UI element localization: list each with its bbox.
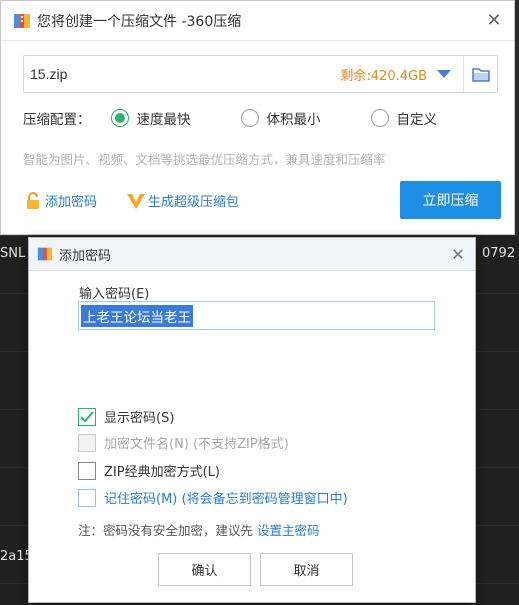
ok-button[interactable]: 确认: [158, 553, 251, 586]
output-path-box: 剩余:420.4GB: [23, 55, 498, 93]
config-label: 压缩配置：: [23, 112, 91, 128]
set-master-password-link[interactable]: 设置主密码: [257, 523, 320, 538]
radio-fastest[interactable]: 速度最快: [110, 108, 191, 128]
show-password-checkbox[interactable]: 显示密码(S): [78, 407, 174, 426]
encrypt-filenames-checkbox: 加密文件名(N) (不支持ZIP格式): [78, 433, 289, 452]
checkbox-box: [78, 488, 96, 507]
lock-icon: [27, 191, 39, 209]
compress-window: 您将创建一个压缩文件 -360压缩 ✕ 剩余:420.4GB 压缩配置： 速度最…: [0, 0, 515, 235]
compress-config-row: 压缩配置： 速度最快 体积最小 自定义: [23, 108, 437, 128]
background-text: SNL: [0, 246, 26, 261]
background-text: 0792: [482, 246, 516, 261]
folder-icon: [471, 67, 490, 82]
window-title-bar: 您将创建一个压缩文件 -360压缩 ✕: [1, 1, 514, 41]
radio-label: 自定义: [396, 112, 438, 128]
checkbox-label: 加密文件名(N) (不支持ZIP格式): [104, 437, 289, 452]
note-text: 注：密码没有安全加密，建议先: [78, 523, 257, 538]
free-space-label: 剩余:420.4GB: [340, 68, 427, 84]
dialog-title-bar: 添加密码 ✕: [29, 238, 475, 271]
add-password-label: 添加密码: [45, 195, 98, 210]
create-sfx-label: 生成超级压缩包: [148, 195, 240, 210]
archive-app-icon: [13, 12, 31, 30]
window-title: 您将创建一个压缩文件 -360压缩: [37, 13, 242, 30]
create-sfx-link[interactable]: 生成超级压缩包: [126, 191, 239, 210]
remember-password-checkbox[interactable]: 记住密码(M) (将会备忘到密码管理窗口中): [78, 488, 348, 507]
radio-custom[interactable]: 自定义: [370, 108, 438, 128]
radio-selected-icon: [110, 109, 129, 127]
add-password-link[interactable]: 添加密码: [25, 191, 97, 210]
browse-folder-button[interactable]: [463, 56, 497, 92]
password-input-label: 输入密码(E): [79, 287, 150, 302]
close-icon[interactable]: ✕: [441, 238, 475, 271]
radio-label: 体积最小: [266, 112, 321, 128]
compress-hint: 智能为图片、视频、文档等挑选最优压缩方式，兼具速度和压缩率: [23, 152, 386, 167]
v-badge-icon: [127, 193, 145, 209]
radio-unselected-icon: [240, 109, 259, 127]
security-note: 注：密码没有安全加密，建议先 设置主密码: [78, 520, 320, 539]
checkbox-label: 显示密码(S): [104, 411, 175, 426]
checkbox-box: [78, 433, 96, 452]
output-path-input[interactable]: [30, 66, 341, 82]
compress-now-button[interactable]: 立即压缩: [400, 181, 501, 219]
add-password-dialog: 添加密码 ✕ 输入密码(E) 上老王论坛当老王 显示密码(S) 加密文件名(N)…: [28, 237, 476, 603]
password-input[interactable]: 上老王论坛当老王: [78, 301, 435, 330]
radio-unselected-icon: [370, 109, 389, 127]
checkbox-box: [78, 461, 96, 480]
checkbox-label: 记住密码(M) (将会备忘到密码管理窗口中): [104, 492, 348, 507]
password-value: 上老王论坛当老王: [81, 304, 193, 327]
cancel-button[interactable]: 取消: [260, 553, 353, 586]
radio-label: 速度最快: [136, 112, 191, 128]
dialog-title: 添加密码: [59, 248, 112, 264]
checkmark-icon: [78, 407, 96, 426]
zip-classic-encryption-checkbox[interactable]: ZIP经典加密方式(L): [78, 461, 220, 480]
chevron-down-icon[interactable]: [437, 70, 451, 78]
background-divider: [0, 235, 28, 236]
checkbox-label: ZIP经典加密方式(L): [104, 465, 220, 480]
close-icon[interactable]: ✕: [474, 1, 514, 41]
radio-smallest[interactable]: 体积最小: [240, 108, 321, 128]
archive-app-icon: [37, 246, 53, 262]
